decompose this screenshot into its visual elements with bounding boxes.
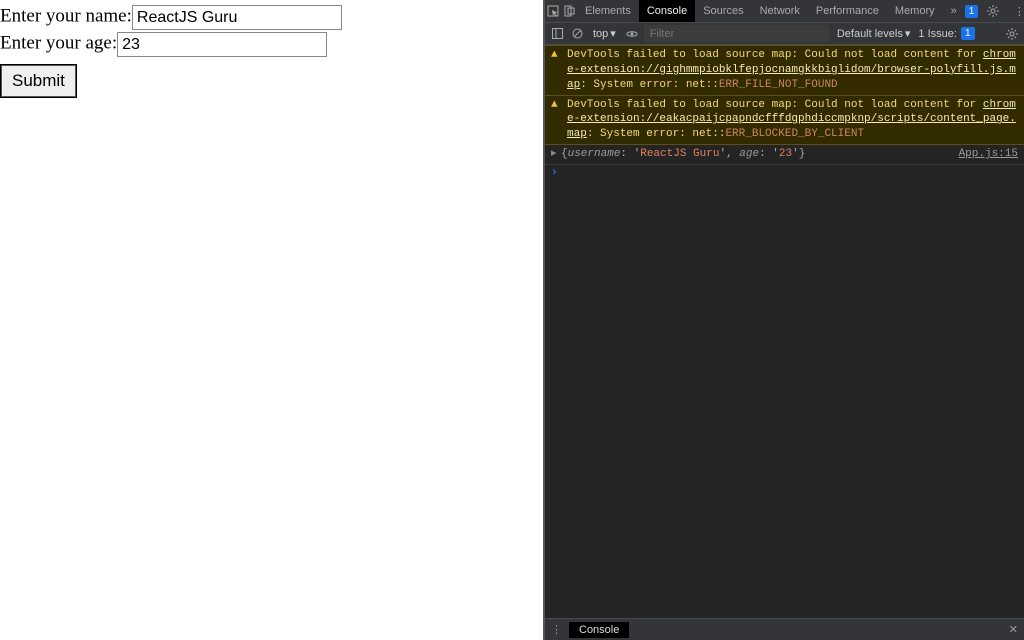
tab-console[interactable]: Console: [639, 0, 695, 22]
drawer-tab-console[interactable]: Console: [569, 622, 629, 638]
chevron-down-icon: ▾: [610, 27, 616, 40]
tab-memory[interactable]: Memory: [887, 0, 943, 22]
warning-prefix: DevTools failed to load source map: Coul…: [567, 99, 983, 111]
chevron-down-icon: ▾: [905, 27, 911, 40]
console-settings-gear-icon[interactable]: [1004, 26, 1020, 42]
warning-text: DevTools failed to load source map: Coul…: [567, 48, 1018, 93]
console-output: ▲ DevTools failed to load source map: Co…: [545, 45, 1024, 618]
tab-more-icon[interactable]: »: [943, 0, 965, 22]
age-label: Enter your age:: [0, 33, 117, 54]
warning-suffix: : System error: net::: [587, 128, 726, 140]
name-row: Enter your name:: [0, 5, 543, 30]
issues-text: 1 Issue:: [918, 28, 957, 40]
issues-badge: 1: [961, 27, 975, 40]
name-input[interactable]: [132, 5, 342, 30]
tabbar-right: 1 ⋮ ✕: [965, 2, 1024, 20]
submit-button[interactable]: Submit: [1, 65, 76, 97]
tab-performance[interactable]: Performance: [808, 0, 887, 22]
console-prompt[interactable]: ›: [545, 165, 1024, 181]
warning-text: DevTools failed to load source map: Coul…: [567, 98, 1018, 143]
warning-suffix: : System error: net::: [580, 79, 719, 91]
issues-badge-top[interactable]: 1: [965, 5, 979, 18]
kebab-menu-icon[interactable]: ⋮: [1010, 2, 1024, 20]
context-dropdown[interactable]: top ▾: [589, 27, 620, 40]
warning-prefix: DevTools failed to load source map: Coul…: [567, 49, 983, 61]
inspect-icon[interactable]: [547, 2, 559, 20]
close-drawer-icon[interactable]: ✕: [1009, 623, 1018, 636]
age-row: Enter your age:: [0, 32, 543, 57]
device-toggle-icon[interactable]: [563, 2, 575, 20]
name-label: Enter your name:: [0, 6, 132, 27]
devtools-tabbar: Elements Console Sources Network Perform…: [545, 0, 1024, 23]
live-expression-icon[interactable]: [624, 26, 640, 42]
devtools-drawer: ⋮ Console ✕: [545, 618, 1024, 640]
warning-error-code: ERR_BLOCKED_BY_CLIENT: [725, 128, 864, 140]
console-sidebar-toggle-icon[interactable]: [549, 26, 565, 42]
context-label: top: [593, 28, 608, 40]
log-source-link[interactable]: App.js:15: [949, 147, 1018, 162]
app-form-area: Enter your name: Enter your age: Submit: [0, 0, 543, 640]
tab-sources[interactable]: Sources: [695, 0, 751, 22]
clear-console-icon[interactable]: [569, 26, 585, 42]
logged-object: {username: 'ReactJS Guru', age: '23'}: [561, 147, 805, 162]
prompt-caret-icon: ›: [551, 167, 558, 179]
expand-arrow-icon[interactable]: ▸: [551, 147, 561, 162]
warning-icon: ▲: [551, 98, 563, 143]
console-warning: ▲ DevTools failed to load source map: Co…: [545, 96, 1024, 146]
log-levels-dropdown[interactable]: Default levels ▾: [833, 27, 915, 40]
log-levels-label: Default levels: [837, 28, 903, 40]
console-warning: ▲ DevTools failed to load source map: Co…: [545, 45, 1024, 96]
warning-error-code: ERR_FILE_NOT_FOUND: [719, 79, 838, 91]
console-filterbar: top ▾ Default levels ▾ 1 Issue: 1: [545, 23, 1024, 45]
issues-indicator[interactable]: 1 Issue: 1: [918, 27, 974, 40]
devtools-panel: Elements Console Sources Network Perform…: [543, 0, 1024, 640]
tab-elements[interactable]: Elements: [577, 0, 639, 22]
tab-network[interactable]: Network: [752, 0, 808, 22]
drawer-menu-icon[interactable]: ⋮: [551, 623, 561, 636]
settings-gear-icon[interactable]: [984, 2, 1002, 20]
console-log: ▸ {username: 'ReactJS Guru', age: '23'} …: [545, 145, 1024, 165]
console-filter-input[interactable]: [644, 25, 829, 42]
age-input[interactable]: [117, 32, 327, 57]
warning-icon: ▲: [551, 48, 563, 93]
